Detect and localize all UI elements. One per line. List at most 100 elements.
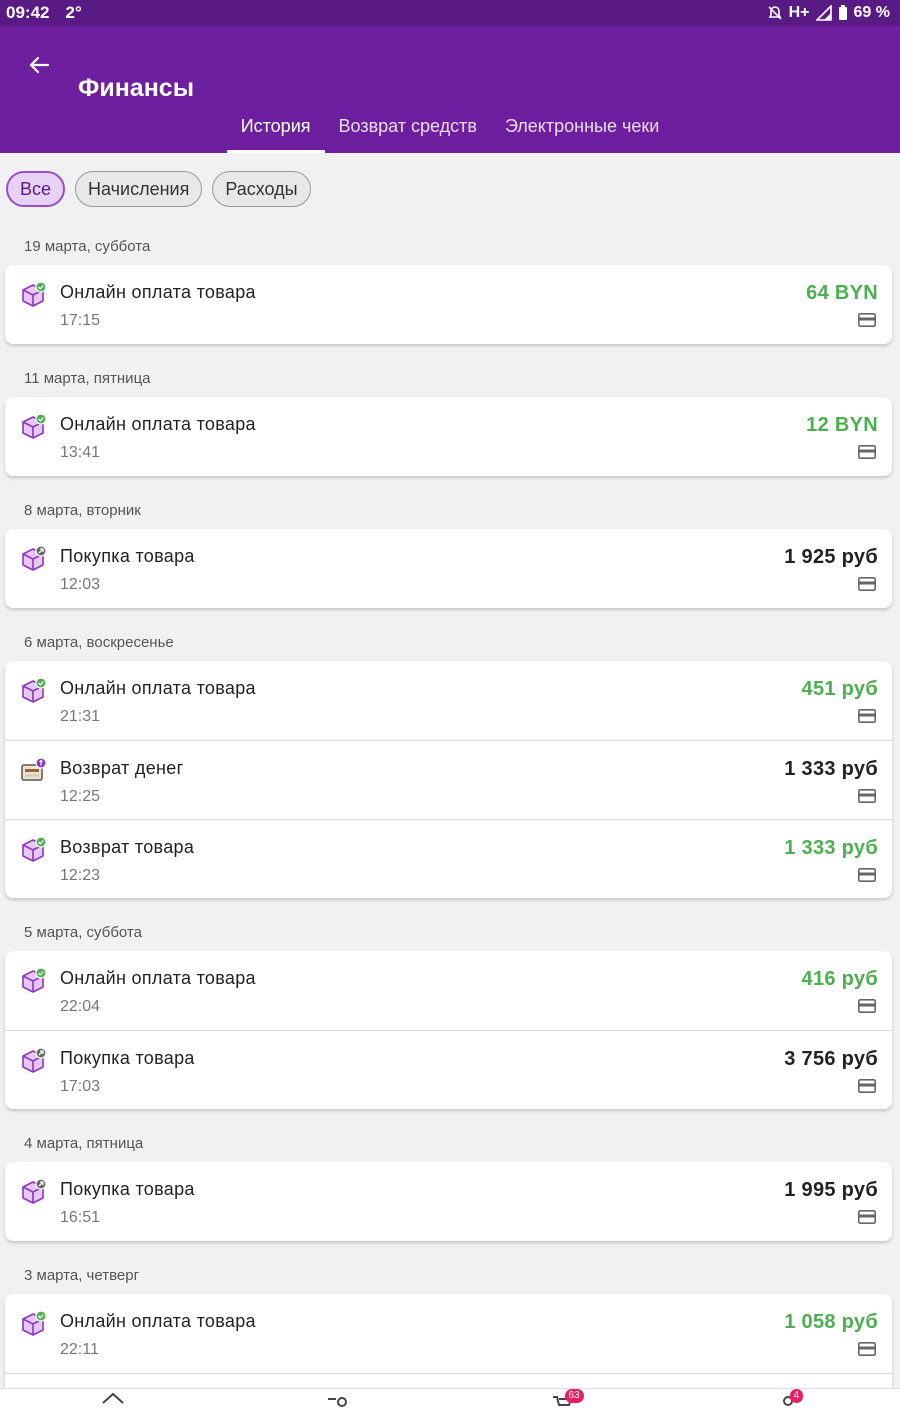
day-group: Онлайн оплата товара 22:04 416 руб Покупка … xyxy=(5,951,892,1109)
nav-cart[interactable]: 63 xyxy=(543,1389,584,1410)
transaction-name: Онлайн оплата товара xyxy=(60,968,256,988)
card-icon xyxy=(858,445,876,459)
card-icon xyxy=(858,1342,876,1356)
box-check-icon xyxy=(19,413,47,441)
transaction-amount: 1 995 руб xyxy=(784,1179,878,1201)
day-group: Покупка товара 16:51 1 995 руб xyxy=(5,1162,892,1241)
transaction-time: 17:03 xyxy=(60,1078,101,1095)
transaction-name: Покупка товара xyxy=(60,1179,195,1199)
transaction-row[interactable]: Возврат денег 12:25 1 333 руб xyxy=(5,740,892,819)
box-out-icon xyxy=(19,545,47,573)
transaction-time: 17:15 xyxy=(60,312,101,329)
box-check-icon xyxy=(19,967,47,995)
transaction-amount: 12 BYN xyxy=(806,414,878,436)
transaction-time: 12:25 xyxy=(60,788,101,805)
transaction-time: 22:11 xyxy=(60,1341,99,1358)
transaction-amount: 416 руб xyxy=(801,968,878,990)
day-label: 4 марта, пятница xyxy=(24,1135,144,1152)
day-label: 6 марта, воскресенье xyxy=(24,634,174,651)
day-group: Онлайн оплата товара 21:31 451 руб Возврат … xyxy=(5,661,892,898)
transaction-time: 16:51 xyxy=(60,1209,101,1226)
wallet-refund-icon xyxy=(19,757,47,785)
transaction-amount: 1 925 руб xyxy=(784,546,878,568)
card-icon xyxy=(858,1079,876,1093)
box-check-icon xyxy=(19,677,47,705)
transaction-row[interactable]: Онлайн оплата товара 22:04 416 руб xyxy=(5,951,892,1030)
battery-icon xyxy=(838,5,847,20)
mute-icon xyxy=(768,6,782,20)
transaction-time: 12:03 xyxy=(60,576,101,593)
transaction-name: Онлайн оплата товара xyxy=(60,1311,256,1331)
day-label: 11 марта, пятница xyxy=(24,370,151,387)
card-icon xyxy=(858,999,876,1013)
tab-refunds[interactable]: Возврат средств xyxy=(325,99,491,153)
app-bar: Финансы История Возврат средств Электрон… xyxy=(0,26,900,153)
card-icon xyxy=(858,1210,876,1224)
box-out-icon xyxy=(19,1178,47,1206)
tab-history[interactable]: История xyxy=(226,99,325,153)
transaction-amount: 1 333 руб xyxy=(784,837,878,859)
day-group: Покупка товара 12:03 1 925 руб xyxy=(5,529,892,608)
filter-income[interactable]: Начисления xyxy=(75,171,203,207)
status-bar: 09:42 2° H+ 69 % xyxy=(0,0,900,26)
transaction-amount: 64 BYN xyxy=(806,282,878,304)
box-check-icon xyxy=(19,836,47,864)
transaction-name: Покупка товара xyxy=(60,546,195,566)
transaction-row[interactable]: Онлайн оплата товара 17:15 64 BYN xyxy=(5,265,892,344)
search-icon xyxy=(326,1389,350,1410)
card-icon xyxy=(858,789,876,803)
nav-badge: 63 xyxy=(564,1389,584,1403)
day-label: 8 марта, вторник xyxy=(24,502,141,519)
transaction-row[interactable]: Покупка товара 16:51 1 995 руб xyxy=(5,1162,892,1241)
transaction-amount: 1 058 руб xyxy=(784,1311,878,1333)
day-label: 5 марта, суббота xyxy=(24,924,142,941)
transaction-name: Покупка товара xyxy=(60,1048,195,1068)
status-temp: 2° xyxy=(65,3,82,22)
filter-expenses[interactable]: Расходы xyxy=(212,171,311,207)
bottom-nav: 63 4 xyxy=(0,1388,900,1410)
nav-profile[interactable]: 4 xyxy=(768,1389,808,1410)
transaction-name: Онлайн оплата товара xyxy=(60,282,256,302)
transaction-amount: 451 руб xyxy=(801,678,878,700)
transaction-row[interactable]: Покупка товара 17:03 3 756 руб xyxy=(5,1030,892,1109)
transaction-row[interactable]: Онлайн оплата товара 13:41 12 BYN xyxy=(5,397,892,476)
status-time: 09:42 xyxy=(6,3,50,22)
transaction-row[interactable]: Онлайн оплата товара 22:11 1 058 руб xyxy=(5,1294,892,1373)
card-icon xyxy=(858,577,876,591)
card-icon xyxy=(858,313,876,327)
network-type: H+ xyxy=(788,4,810,21)
card-icon xyxy=(858,868,876,882)
nav-search[interactable] xyxy=(318,1389,358,1410)
signal-icon xyxy=(815,5,832,21)
back-button[interactable] xyxy=(22,48,56,82)
filter-all[interactable]: Все xyxy=(6,171,66,207)
transaction-name: Возврат денег xyxy=(60,758,184,778)
nav-home[interactable] xyxy=(93,1389,133,1410)
day-label: 19 марта, суббота xyxy=(24,238,151,255)
transaction-time: 21:31 xyxy=(60,708,101,725)
transaction-list[interactable]: 19 марта, суббота Онлайн оплата товара 17:… xyxy=(5,228,892,1410)
box-check-icon xyxy=(19,1310,47,1338)
day-group: Онлайн оплата товара 13:41 12 BYN xyxy=(5,397,892,476)
transaction-amount: 1 333 руб xyxy=(784,758,878,780)
home-icon xyxy=(101,1389,125,1410)
tab-bar: История Возврат средств Электронные чеки xyxy=(0,99,900,153)
battery-level: 69 % xyxy=(853,4,890,21)
transaction-time: 22:04 xyxy=(60,998,101,1015)
box-out-icon xyxy=(19,1047,47,1075)
day-group: Онлайн оплата товара 17:15 64 BYN xyxy=(5,265,892,344)
transaction-row[interactable]: Покупка товара 12:03 1 925 руб xyxy=(5,529,892,608)
transaction-name: Возврат товара xyxy=(60,837,195,857)
transaction-name: Онлайн оплата товара xyxy=(60,678,256,698)
card-icon xyxy=(858,709,876,723)
transaction-row[interactable]: Онлайн оплата товара 21:31 451 руб xyxy=(5,661,892,740)
nav-badge: 4 xyxy=(789,1389,804,1403)
arrow-left-icon xyxy=(29,56,50,74)
transaction-time: 13:41 xyxy=(60,444,101,461)
filter-chips: Все Начисления Расходы xyxy=(6,171,311,207)
transaction-amount: 3 756 руб xyxy=(784,1048,878,1070)
tab-receipts[interactable]: Электронные чеки xyxy=(491,99,673,153)
box-check-icon xyxy=(19,281,47,309)
transaction-row[interactable]: Возврат товара 12:23 1 333 руб xyxy=(5,819,892,898)
day-label: 3 марта, четверг xyxy=(24,1267,140,1284)
